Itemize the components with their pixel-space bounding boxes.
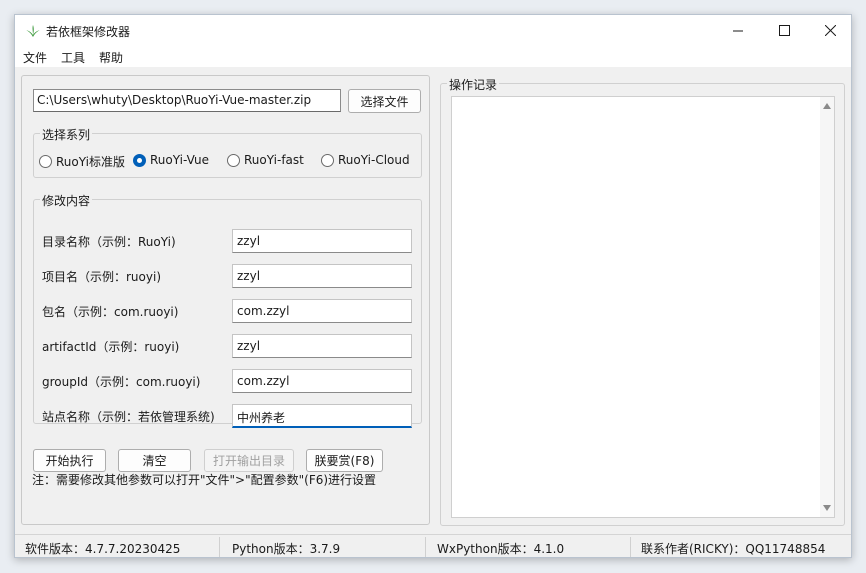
radio-circle <box>227 153 240 167</box>
radio-circle-checked <box>133 153 146 167</box>
dir-name-label: 目录名称（示例：RuoYi) <box>42 235 176 249</box>
group-id-input[interactable]: com.zzyl <box>232 369 412 393</box>
radio-circle <box>321 153 334 167</box>
radio-circle <box>39 155 52 168</box>
scroll-up-icon[interactable] <box>823 103 831 109</box>
start-button[interactable]: 开始执行 <box>33 449 106 472</box>
status-author-contact: 联系作者(RICKY)：QQ11748854 <box>641 542 826 556</box>
note-text: 注：需要修改其他参数可以打开"文件">"配置参数"(F6)进行设置 <box>32 473 377 487</box>
series-group-title: 选择系列 <box>40 126 93 143</box>
radio-label: RuoYi-Vue <box>150 153 209 167</box>
donate-button[interactable]: 朕要赏(F8) <box>306 449 383 472</box>
menu-file[interactable]: 文件 <box>23 49 47 66</box>
menu-help[interactable]: 帮助 <box>99 49 123 66</box>
radio-label: RuoYi-Cloud <box>338 153 410 167</box>
status-wxpython-version: WxPython版本：4.1.0 <box>437 542 565 556</box>
radio-ruoyi-fast[interactable]: RuoYi-fast <box>227 153 304 167</box>
status-separator <box>425 537 426 557</box>
choose-file-button[interactable]: 选择文件 <box>348 89 421 113</box>
log-textarea[interactable] <box>451 96 835 518</box>
radio-ruoyi-cloud[interactable]: RuoYi-Cloud <box>321 153 410 167</box>
project-name-input[interactable]: zzyl <box>232 264 412 288</box>
app-window: 若依框架修改器 文件 工具 帮助 C:\Users\whuty\Desktop\… <box>14 14 852 558</box>
status-bar: 软件版本：4.7.7.20230425 Python版本：3.7.9 WxPyt… <box>15 534 851 557</box>
radio-ruoyi-vue[interactable]: RuoYi-Vue <box>133 153 209 167</box>
title-bar: 若依框架修改器 <box>15 15 851 46</box>
maximize-button[interactable] <box>761 15 807 46</box>
log-scrollbar[interactable] <box>820 97 834 517</box>
status-software-version: 软件版本：4.7.7.20230425 <box>25 542 181 556</box>
window-title: 若依框架修改器 <box>46 25 131 39</box>
minimize-button[interactable] <box>715 15 761 46</box>
status-python-version: Python版本：3.7.9 <box>232 542 341 556</box>
project-name-label: 项目名（示例：ruoyi) <box>42 270 161 284</box>
scroll-down-icon[interactable] <box>823 505 831 511</box>
menu-tools[interactable]: 工具 <box>61 49 85 66</box>
minimize-icon <box>733 30 743 31</box>
left-panel: C:\Users\whuty\Desktop\RuoYi-Vue-master.… <box>21 75 430 525</box>
log-group-title: 操作记录 <box>447 76 500 93</box>
app-leaf-icon <box>26 25 40 37</box>
group-id-label: groupId（示例：com.ruoyi) <box>42 375 201 389</box>
log-group: 操作记录 <box>440 76 845 526</box>
radio-ruoyi-standard[interactable]: RuoYi标准版 <box>39 153 125 170</box>
clear-button[interactable]: 清空 <box>118 449 191 472</box>
site-name-input[interactable]: 中州养老 <box>232 404 412 428</box>
file-path-input[interactable]: C:\Users\whuty\Desktop\RuoYi-Vue-master.… <box>33 89 341 112</box>
menu-bar: 文件 工具 帮助 <box>15 46 851 67</box>
package-name-label: 包名（示例：com.ruoyi) <box>42 305 179 319</box>
status-separator <box>219 537 220 557</box>
close-button[interactable] <box>807 15 851 46</box>
artifact-id-label: artifactId（示例：ruoyi) <box>42 340 180 354</box>
package-name-input[interactable]: com.zzyl <box>232 299 412 323</box>
maximize-icon <box>778 25 790 36</box>
site-name-label: 站点名称（示例：若依管理系统) <box>42 410 215 424</box>
modify-group-title: 修改内容 <box>40 192 93 209</box>
dir-name-input[interactable]: zzyl <box>232 229 412 253</box>
close-icon <box>824 25 836 36</box>
radio-label: RuoYi-fast <box>244 153 304 167</box>
series-group: 选择系列 RuoYi标准版 RuoYi-Vue RuoYi-fast RuoYi… <box>33 126 422 178</box>
radio-label: RuoYi标准版 <box>56 155 125 169</box>
artifact-id-input[interactable]: zzyl <box>232 334 412 358</box>
open-output-button[interactable]: 打开输出目录 <box>204 449 294 472</box>
